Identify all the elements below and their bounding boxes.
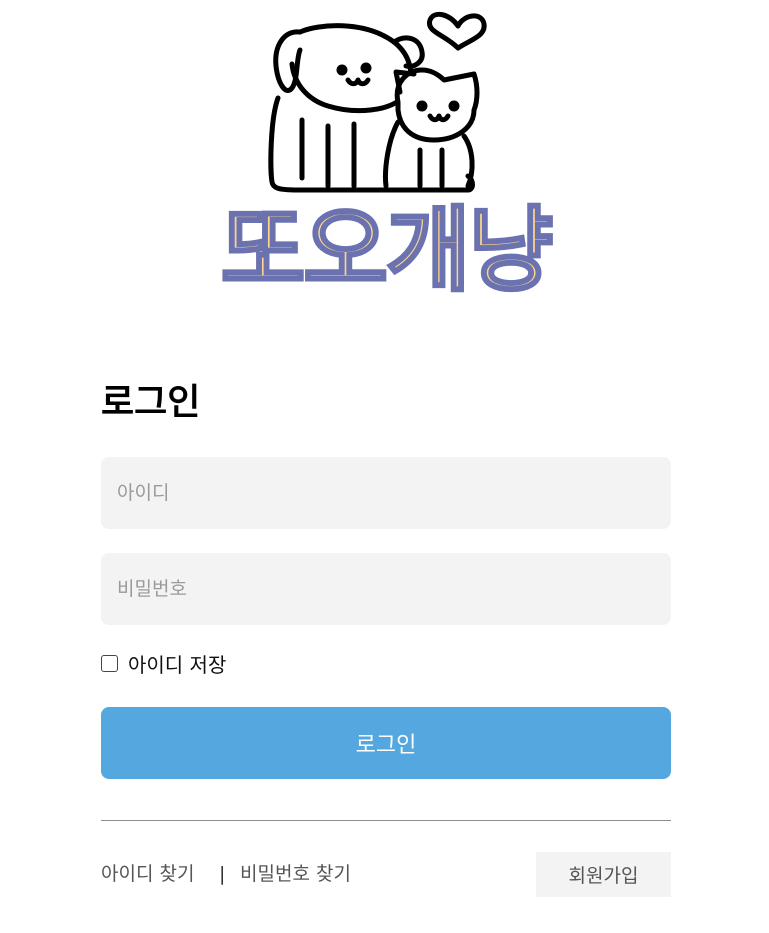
save-id-checkbox[interactable] — [101, 654, 118, 672]
dog-and-cat-with-heart-icon — [268, 11, 487, 193]
save-id-option[interactable]: 아이디 저장 — [101, 650, 227, 677]
logo-image: 또오개냥 — [219, 11, 555, 300]
id-input[interactable] — [101, 457, 671, 529]
link-separator: | — [219, 863, 226, 885]
password-input[interactable] — [101, 553, 671, 625]
login-title: 로그인 — [101, 382, 201, 423]
save-id-label: 아이디 저장 — [128, 652, 227, 677]
find-id-link[interactable]: 아이디 찾기 — [101, 852, 194, 897]
login-button[interactable]: 로그인 — [101, 707, 671, 779]
logo: 또오개냥 — [168, 10, 604, 300]
divider — [101, 820, 671, 821]
find-password-link[interactable]: 비밀번호 찾기 — [240, 852, 351, 897]
account-links: 아이디 찾기 | 비밀번호 찾기 회원가입 — [101, 852, 671, 897]
signup-button[interactable]: 회원가입 — [536, 852, 671, 897]
login-form: 로그인 아이디 저장 로그인 아이디 찾기 | 비밀번호 찾기 회원가입 — [101, 376, 671, 897]
logo-wordmark: 또오개냥 — [221, 197, 552, 300]
